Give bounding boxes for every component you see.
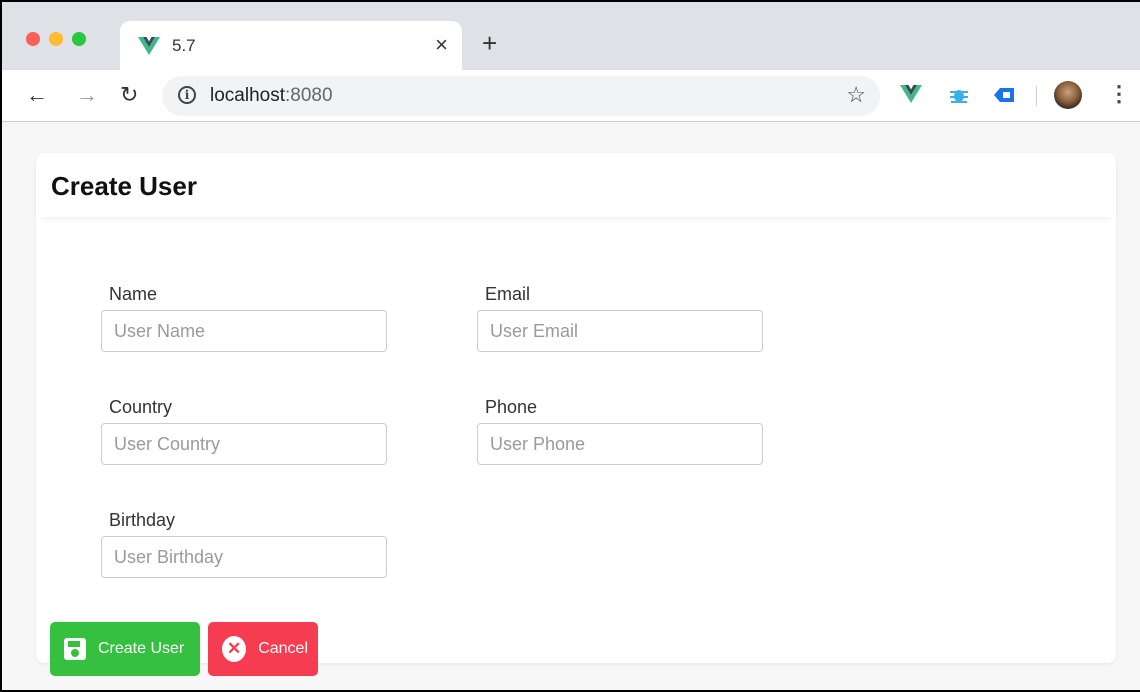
email-field: Email: [477, 284, 763, 352]
birthday-field: Birthday: [101, 510, 387, 578]
page-title: Create User: [51, 171, 197, 201]
minimize-window-button[interactable]: [49, 32, 63, 46]
cancel-button[interactable]: ✕ Cancel: [208, 622, 318, 676]
cancel-circle-icon: ✕: [222, 636, 247, 662]
country-field: Country: [101, 397, 387, 465]
phone-field: Phone: [477, 397, 763, 465]
birthday-input[interactable]: [101, 536, 387, 578]
close-tab-icon[interactable]: ×: [435, 33, 448, 57]
cancel-button-label: Cancel: [258, 640, 308, 657]
name-input[interactable]: [101, 310, 387, 352]
country-input[interactable]: [101, 423, 387, 465]
url-text[interactable]: localhost:8080: [210, 85, 333, 107]
browser-window: 5.7 × + ← → ↻ i localhost:8080 ☆ ⋮ Creat…: [0, 0, 1140, 692]
bookmark-star-icon[interactable]: ☆: [846, 82, 866, 108]
new-tab-button[interactable]: +: [482, 30, 497, 56]
reload-icon[interactable]: ↻: [120, 82, 138, 108]
profile-avatar[interactable]: [1054, 81, 1082, 109]
name-label: Name: [109, 284, 158, 304]
email-label: Email: [485, 284, 531, 304]
card-header: Create User: [36, 153, 1116, 217]
email-input[interactable]: [477, 310, 763, 352]
url-host: localhost: [210, 85, 285, 106]
address-bar[interactable]: i localhost:8080 ☆: [162, 76, 880, 116]
maximize-window-button[interactable]: [72, 32, 86, 46]
tag-extension-icon[interactable]: [992, 84, 1016, 106]
toolbar-divider: [1036, 86, 1037, 106]
browser-menu-icon[interactable]: ⋮: [1108, 81, 1130, 107]
browser-tab[interactable]: 5.7 ×: [120, 21, 462, 71]
vue-devtools-icon[interactable]: [900, 84, 922, 104]
create-user-button[interactable]: Create User: [50, 622, 200, 676]
phone-label: Phone: [485, 397, 538, 417]
country-label: Country: [109, 397, 173, 417]
info-icon[interactable]: i: [178, 86, 196, 104]
bug-extension-icon[interactable]: [948, 84, 970, 106]
window-controls: [26, 32, 86, 46]
tab-strip: 5.7 × +: [2, 2, 1140, 71]
create-user-button-label: Create User: [98, 640, 185, 657]
birthday-label: Birthday: [109, 510, 176, 530]
close-window-button[interactable]: [26, 32, 40, 46]
browser-toolbar: ← → ↻ i localhost:8080 ☆ ⋮: [2, 70, 1140, 122]
vue-logo-icon: [138, 37, 160, 55]
create-user-card: Create User Name Email Country Phone Bir…: [36, 153, 1116, 676]
forward-arrow-icon[interactable]: →: [76, 82, 98, 108]
tab-title: 5.7: [172, 36, 196, 55]
back-arrow-icon[interactable]: ←: [26, 82, 48, 108]
url-port: :8080: [285, 85, 333, 106]
phone-input[interactable]: [477, 423, 763, 465]
name-field: Name: [101, 284, 387, 352]
save-icon: [64, 638, 86, 660]
